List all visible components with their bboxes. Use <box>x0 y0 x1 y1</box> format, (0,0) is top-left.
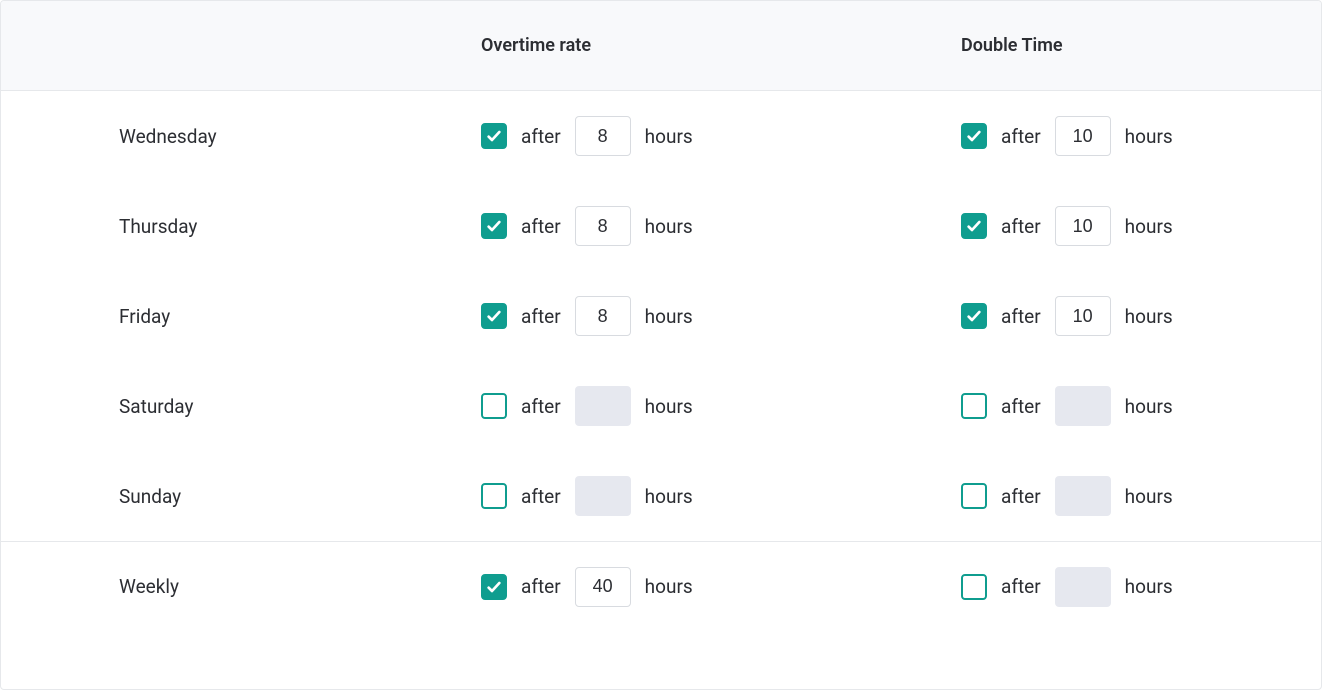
label-after: after <box>521 395 561 418</box>
daily-rows: Wednesday after hours after hours Thursday aft… <box>1 91 1321 541</box>
doubletime-checkbox-sunday[interactable] <box>961 483 987 509</box>
label-hours: hours <box>1125 395 1173 418</box>
doubletime-hours-input-thursday[interactable] <box>1055 206 1111 246</box>
doubletime-checkbox-friday[interactable] <box>961 303 987 329</box>
overtime-hours-input-friday[interactable] <box>575 296 631 336</box>
doubletime-hours-input-friday[interactable] <box>1055 296 1111 336</box>
label-hours: hours <box>645 305 693 328</box>
overtime-checkbox-sunday[interactable] <box>481 483 507 509</box>
overtime-cell-wednesday: after hours <box>481 116 961 156</box>
overtime-cell-friday: after hours <box>481 296 961 336</box>
doubletime-cell-friday: after hours <box>961 296 1321 336</box>
label-hours: hours <box>1125 305 1173 328</box>
table-row-wednesday: Wednesday after hours after hours <box>1 91 1321 181</box>
doubletime-cell-sunday: after hours <box>961 476 1321 516</box>
header-double-time: Double Time <box>961 35 1321 56</box>
overtime-hours-input-weekly[interactable] <box>575 567 631 607</box>
overtime-cell-sunday: after hours <box>481 476 961 516</box>
doubletime-cell-saturday: after hours <box>961 386 1321 426</box>
overtime-checkbox-weekly[interactable] <box>481 574 507 600</box>
label-hours: hours <box>645 485 693 508</box>
overtime-cell-weekly: after hours <box>481 567 961 607</box>
label-hours: hours <box>1125 575 1173 598</box>
day-label-wednesday: Wednesday <box>119 125 217 148</box>
overtime-hours-input-sunday[interactable] <box>575 476 631 516</box>
label-after: after <box>521 575 561 598</box>
day-label-friday: Friday <box>119 305 170 328</box>
overtime-hours-input-saturday[interactable] <box>575 386 631 426</box>
doubletime-cell-wednesday: after hours <box>961 116 1321 156</box>
overtime-checkbox-wednesday[interactable] <box>481 123 507 149</box>
overtime-hours-input-wednesday[interactable] <box>575 116 631 156</box>
label-after: after <box>521 485 561 508</box>
overtime-checkbox-saturday[interactable] <box>481 393 507 419</box>
doubletime-hours-input-saturday[interactable] <box>1055 386 1111 426</box>
doubletime-hours-input-wednesday[interactable] <box>1055 116 1111 156</box>
label-after: after <box>1001 485 1041 508</box>
header-overtime-rate: Overtime rate <box>481 35 961 56</box>
label-hours: hours <box>645 215 693 238</box>
label-hours: hours <box>645 575 693 598</box>
table-row-thursday: Thursday after hours after hours <box>1 181 1321 271</box>
label-hours: hours <box>645 395 693 418</box>
overtime-settings-panel: Overtime rate Double Time Wednesday after… <box>0 0 1322 690</box>
overtime-cell-thursday: after hours <box>481 206 961 246</box>
label-hours: hours <box>1125 215 1173 238</box>
label-after: after <box>521 215 561 238</box>
day-label-saturday: Saturday <box>119 395 193 418</box>
label-after: after <box>521 125 561 148</box>
day-label-weekly: Weekly <box>119 575 179 598</box>
doubletime-cell-weekly: after hours <box>961 567 1321 607</box>
label-hours: hours <box>1125 125 1173 148</box>
table-row-sunday: Sunday after hours after hours <box>1 451 1321 541</box>
doubletime-hours-input-sunday[interactable] <box>1055 476 1111 516</box>
overtime-checkbox-thursday[interactable] <box>481 213 507 239</box>
doubletime-checkbox-saturday[interactable] <box>961 393 987 419</box>
doubletime-checkbox-weekly[interactable] <box>961 574 987 600</box>
overtime-checkbox-friday[interactable] <box>481 303 507 329</box>
label-after: after <box>1001 575 1041 598</box>
doubletime-checkbox-thursday[interactable] <box>961 213 987 239</box>
table-row-friday: Friday after hours after hours <box>1 271 1321 361</box>
label-after: after <box>1001 125 1041 148</box>
label-after: after <box>1001 395 1041 418</box>
label-after: after <box>1001 305 1041 328</box>
weekly-row: Weekly after hours after hours <box>1 541 1321 631</box>
doubletime-hours-input-weekly[interactable] <box>1055 567 1111 607</box>
label-hours: hours <box>645 125 693 148</box>
label-after: after <box>521 305 561 328</box>
overtime-hours-input-thursday[interactable] <box>575 206 631 246</box>
doubletime-cell-thursday: after hours <box>961 206 1321 246</box>
label-hours: hours <box>1125 485 1173 508</box>
day-label-sunday: Sunday <box>119 485 181 508</box>
table-row-saturday: Saturday after hours after hours <box>1 361 1321 451</box>
doubletime-checkbox-wednesday[interactable] <box>961 123 987 149</box>
overtime-cell-saturday: after hours <box>481 386 961 426</box>
day-label-thursday: Thursday <box>119 215 197 238</box>
label-after: after <box>1001 215 1041 238</box>
table-header-row: Overtime rate Double Time <box>1 1 1321 91</box>
